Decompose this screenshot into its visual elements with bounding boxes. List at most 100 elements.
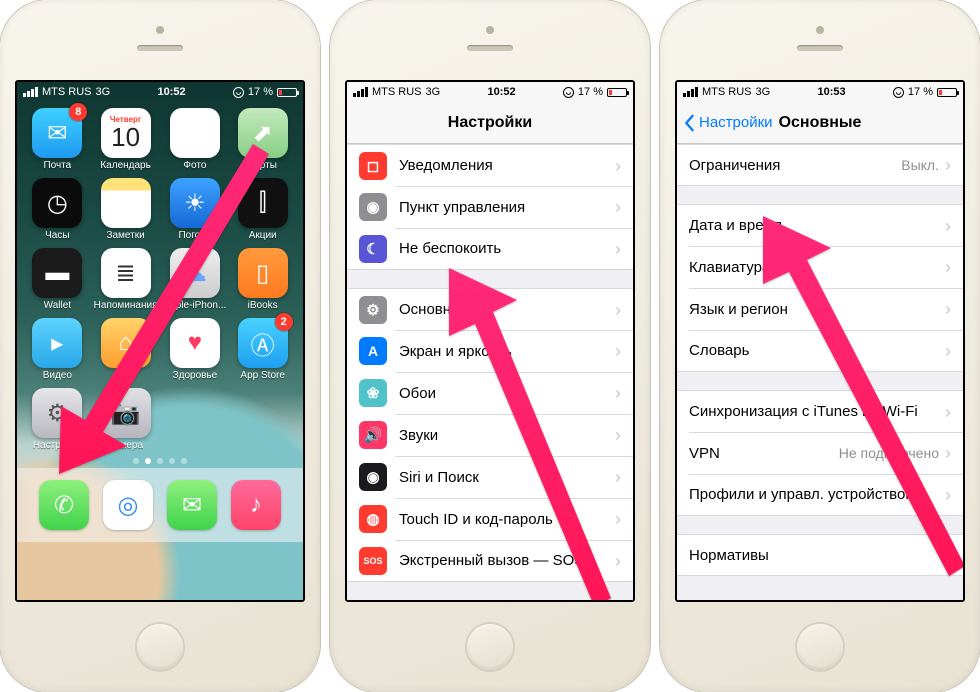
signal-icon — [683, 87, 698, 97]
dock-app-messages[interactable]: ✉ — [167, 480, 217, 530]
network-label: 3G — [96, 86, 111, 98]
chevron-right-icon: › — [945, 300, 951, 318]
settings-row[interactable]: Нормативы› — [677, 534, 963, 576]
app-app store[interactable]: Ⓐ2 App Store — [232, 318, 293, 386]
app-icon: Ⓐ2 — [238, 318, 288, 368]
app-label: Карты — [248, 160, 277, 171]
settings-row[interactable]: VPNНе подключено› — [677, 432, 963, 474]
chevron-right-icon: › — [615, 384, 621, 402]
settings-row[interactable]: ◍Touch ID и код-пароль› — [347, 498, 633, 540]
app-напоминания[interactable]: ≣Напоминания — [94, 248, 158, 316]
dock-app-music[interactable]: ♪ — [231, 480, 281, 530]
settings-list[interactable]: ◻Уведомления›◉Пункт управления›☾Не беспо… — [347, 144, 633, 600]
home-button[interactable] — [467, 624, 513, 670]
app-акции[interactable]: ⫿Акции — [232, 178, 293, 246]
app-почта[interactable]: ✉8Почта — [27, 108, 88, 176]
settings-row[interactable]: ⚙Основные› — [347, 288, 633, 330]
settings-row[interactable]: ❀Обои› — [347, 372, 633, 414]
settings-row[interactable]: Клавиатура› — [677, 246, 963, 288]
page-indicator[interactable] — [17, 456, 303, 468]
nav-back-label: Настройки — [699, 114, 773, 131]
row-label: Siri и Поиск — [399, 469, 615, 486]
row-label: Основные — [399, 301, 615, 318]
sync-icon — [233, 87, 244, 98]
app-настройки[interactable]: ⚙Настройки — [27, 388, 88, 456]
app-видео[interactable]: ▸Видео — [27, 318, 88, 386]
settings-row[interactable]: ◻Уведомления› — [347, 144, 633, 186]
app-label: Календарь — [100, 160, 150, 171]
home-button[interactable] — [797, 624, 843, 670]
settings-row[interactable]: Язык и регион› — [677, 288, 963, 330]
dock-app-safari[interactable]: ◎ — [103, 480, 153, 530]
nav-back-button[interactable]: Настройки — [683, 102, 773, 143]
phone-speaker — [137, 45, 183, 51]
signal-icon — [23, 87, 38, 97]
app-фото[interactable]: ❀Фото — [164, 108, 227, 176]
app-ibooks[interactable]: ▯iBooks — [232, 248, 293, 316]
row-icon: ☾ — [359, 235, 387, 263]
settings-row[interactable]: Синхронизация с iTunes по Wi-Fi› — [677, 390, 963, 432]
status-time: 10:53 — [770, 86, 893, 98]
chevron-right-icon: › — [945, 403, 951, 421]
row-label: Профили и управл. устройством — [689, 486, 945, 503]
row-label: Язык и регион — [689, 301, 945, 318]
app-календарь[interactable]: Четверг10 Календарь — [94, 108, 158, 176]
chevron-right-icon: › — [615, 426, 621, 444]
phone-camera-dot — [816, 26, 824, 34]
app-здоровье[interactable]: ♥Здоровье — [164, 318, 227, 386]
chevron-right-icon: › — [615, 157, 621, 175]
carrier-label: MTS RUS — [42, 86, 92, 98]
chevron-right-icon: › — [615, 552, 621, 570]
app-дом[interactable]: ⌂Дом — [94, 318, 158, 386]
nav-header: Настройки — [347, 102, 633, 144]
page-title: Настройки — [448, 114, 532, 132]
page-title: Основные — [779, 114, 862, 132]
chevron-right-icon: › — [945, 486, 951, 504]
status-time: 10:52 — [110, 86, 233, 98]
dock-app-phone[interactable]: ✆ — [39, 480, 89, 530]
general-settings-screen: MTS RUS 3G 10:53 17 % Настройки Основные… — [675, 80, 965, 602]
app-карты[interactable]: ⬈ Карты — [232, 108, 293, 176]
app-icon: ⬈ — [238, 108, 288, 158]
app-заметки[interactable]: Заметки — [94, 178, 158, 246]
app-погода[interactable]: ☀Погода — [164, 178, 227, 246]
row-label: VPN — [689, 445, 839, 462]
row-icon: ◻ — [359, 152, 387, 180]
chevron-right-icon: › — [945, 156, 951, 174]
settings-row[interactable]: AЭкран и яркость› — [347, 330, 633, 372]
row-label: Ограничения — [689, 157, 901, 174]
row-icon: ◉ — [359, 193, 387, 221]
app-apple-iphon...[interactable]: ☁Apple-iPhon... — [164, 248, 227, 316]
settings-row[interactable]: ◉Siri и Поиск› — [347, 456, 633, 498]
app-icon: ⫿ — [238, 178, 288, 228]
settings-row[interactable]: 🔊Звуки› — [347, 414, 633, 456]
settings-row[interactable]: Профили и управл. устройством› — [677, 474, 963, 516]
row-value: Не подключено — [839, 445, 939, 461]
app-icon: ❀ — [170, 108, 220, 158]
app-часы[interactable]: ◷Часы — [27, 178, 88, 246]
settings-row[interactable]: Дата и время› — [677, 204, 963, 246]
sync-icon — [563, 87, 574, 98]
row-icon: ◉ — [359, 463, 387, 491]
home-button[interactable] — [137, 624, 183, 670]
app-wallet[interactable]: ▬Wallet — [27, 248, 88, 316]
app-label: App Store — [240, 370, 284, 381]
settings-row[interactable]: Словарь› — [677, 330, 963, 372]
app-icon: ✉8 — [32, 108, 82, 158]
settings-row[interactable]: ◉Пункт управления› — [347, 186, 633, 228]
settings-row[interactable]: ☾Не беспокоить› — [347, 228, 633, 270]
chevron-right-icon: › — [615, 240, 621, 258]
settings-row[interactable]: ОграниченияВыкл.› — [677, 144, 963, 186]
app-label: Дом — [116, 370, 135, 381]
app-icon: Четверг10 — [101, 108, 151, 158]
app-label: Часы — [45, 230, 69, 241]
chevron-right-icon: › — [945, 258, 951, 276]
row-label: Синхронизация с iTunes по Wi-Fi — [689, 403, 945, 420]
general-list[interactable]: ОграниченияВыкл.› Дата и время›Клавиатур… — [677, 144, 963, 600]
settings-row[interactable]: SOSЭкстренный вызов — SOS› — [347, 540, 633, 582]
app-камера[interactable]: 📷Камера — [94, 388, 158, 456]
status-bar: MTS RUS 3G 10:53 17 % — [677, 82, 963, 102]
row-label: Пункт управления — [399, 199, 615, 216]
row-label: Словарь — [689, 342, 945, 359]
app-icon: ▬ — [32, 248, 82, 298]
